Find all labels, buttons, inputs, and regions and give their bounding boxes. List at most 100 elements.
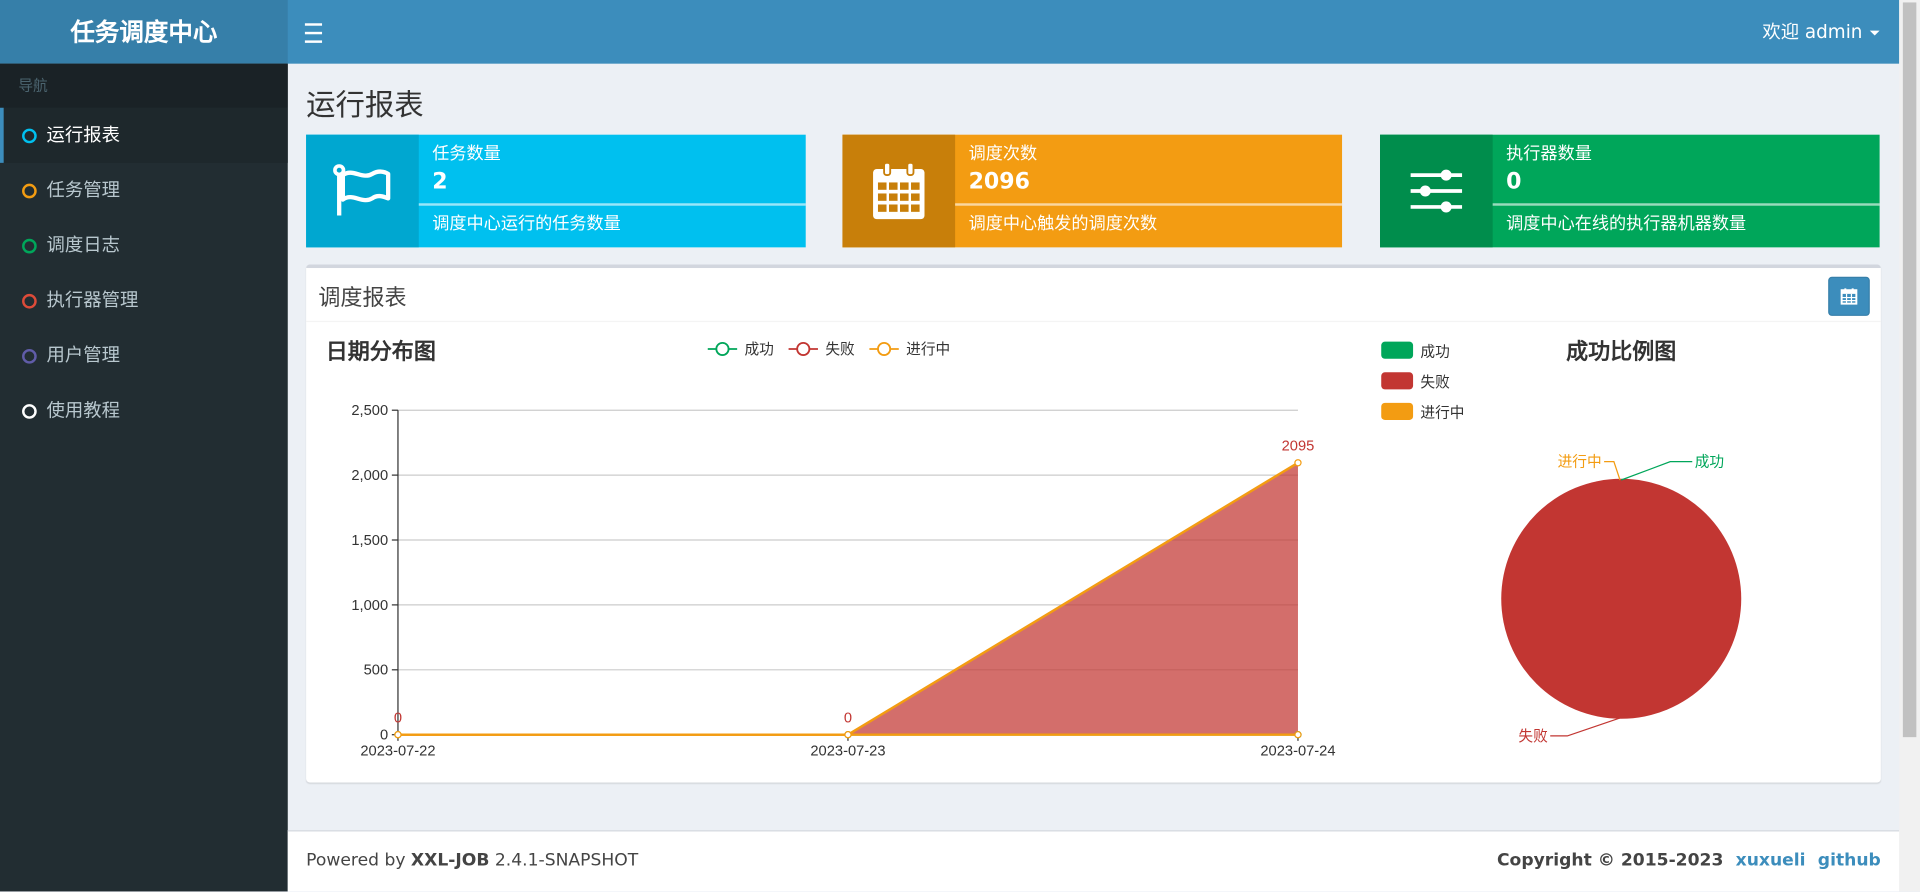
infobox-divider	[955, 203, 1343, 206]
legend-marker	[877, 341, 892, 357]
user-menu[interactable]: 欢迎 admin	[1762, 0, 1880, 64]
legend-marker	[796, 341, 811, 357]
pie-chart-title: 成功比例图	[1566, 339, 1676, 364]
app-root: 任务调度中心 欢迎 admin 导航 运行报表任务管理调度日志执行器管理用户管理…	[0, 0, 1920, 892]
footer-copyright: Copyright © 2015-2023 xuxueli github	[1497, 851, 1881, 871]
sliders-icon	[1380, 134, 1493, 248]
legend-label: 进行中	[906, 341, 950, 358]
footer-brand: XXL-JOB	[410, 851, 490, 871]
pie-leader-progress	[1604, 461, 1621, 481]
pie-legend-label: 进行中	[1420, 405, 1464, 422]
series-point	[394, 731, 402, 739]
infobox-2: 执行器数量 0 调度中心在线的执行器机器数量	[1380, 134, 1880, 248]
circle-icon	[22, 183, 37, 199]
report-title: 调度报表	[318, 285, 407, 312]
x-tick-label: 2023-07-23	[810, 744, 885, 760]
sidebar-item-3[interactable]: 执行器管理	[0, 273, 288, 328]
footer-powered-prefix: Powered by	[306, 851, 411, 871]
y-tick-label: 1,000	[351, 598, 388, 614]
footer-version: 2.4.1-SNAPSHOT	[489, 851, 639, 871]
data-label: 0	[844, 710, 852, 726]
series-point	[844, 731, 852, 739]
copyright-text: Copyright © 2015-2023	[1496, 851, 1724, 871]
infobox-desc: 调度中心在线的执行器机器数量	[1506, 214, 1747, 234]
y-tick-label: 2,000	[351, 468, 388, 484]
date-filter-button[interactable]	[1828, 276, 1870, 316]
infobox-value: 2	[432, 168, 448, 195]
infobox-divider	[1492, 203, 1880, 206]
legend-marker	[715, 341, 730, 357]
data-label: 0	[394, 710, 402, 726]
series-point	[1294, 731, 1302, 739]
pie-label-progress: 进行中	[1558, 454, 1602, 471]
sidebar-item-label: 执行器管理	[46, 288, 139, 312]
report-box: 调度报表 日期分布图 0 500 1,000 1,500 2,000 2,500 2023-0…	[306, 264, 1881, 783]
sidebar-item-1[interactable]: 任务管理	[0, 163, 288, 218]
infobox-label: 执行器数量	[1506, 144, 1592, 165]
x-tick-label: 2023-07-22	[360, 744, 435, 760]
page-title: 运行报表	[306, 88, 424, 123]
nav-list: 运行报表任务管理调度日志执行器管理用户管理使用教程	[0, 107, 288, 439]
footer: Powered by XXL-JOB 2.4.1-SNAPSHOT Copyri…	[287, 830, 1900, 892]
pie-leader-success	[1621, 461, 1693, 481]
circle-icon	[22, 293, 37, 309]
pie-leader-fail	[1550, 716, 1622, 737]
line-chart-title: 日期分布图	[326, 339, 436, 364]
author-link[interactable]: xuxueli	[1736, 851, 1806, 871]
github-link[interactable]: github	[1818, 851, 1881, 871]
sidebar-toggle-icon[interactable]	[304, 17, 323, 46]
infobox-label: 调度次数	[968, 144, 1038, 165]
series-area-fail	[397, 462, 1298, 735]
infobox-label: 任务数量	[432, 144, 501, 165]
infobox-0: 任务数量 2 调度中心运行的任务数量	[306, 134, 806, 248]
data-label: 2095	[1282, 439, 1315, 455]
infobox-desc: 调度中心运行的任务数量	[432, 214, 621, 234]
calendar-icon	[1840, 288, 1858, 305]
legend-label: 失败	[825, 341, 855, 358]
sidebar-item-label: 运行报表	[46, 123, 121, 146]
sidebar-item-4[interactable]: 用户管理	[0, 328, 288, 383]
calendar-icon	[842, 134, 956, 248]
pie-label-fail: 失败	[1518, 728, 1548, 745]
y-tick-label: 0	[380, 728, 388, 744]
series-point	[1294, 459, 1302, 467]
sidebar-item-2[interactable]: 调度日志	[0, 218, 288, 273]
charts-area: 日期分布图 0 500 1,000 1,500 2,000 2,500 2023-07-22 2…	[326, 339, 1742, 760]
sidebar-item-label: 使用教程	[46, 399, 121, 422]
sidebar-item-label: 调度日志	[46, 233, 121, 256]
page-scrollbar[interactable]	[1899, 0, 1920, 892]
y-tick-label: 2,500	[351, 403, 388, 419]
infobox-1: 调度次数 2096 调度中心触发的调度次数	[842, 134, 1343, 248]
sidebar-item-label: 任务管理	[46, 178, 121, 201]
infobox-desc: 调度中心触发的调度次数	[968, 214, 1158, 234]
sidebar-item-0[interactable]: 运行报表	[0, 107, 288, 163]
user-label: 欢迎 admin	[1762, 20, 1863, 43]
infobox-value: 0	[1506, 168, 1522, 195]
sidebar-item-label: 用户管理	[46, 344, 121, 367]
pie-slice	[1501, 478, 1742, 719]
main-content: 运行报表 任务数量 2 调度中心运行的任务数量 调度次数 2096 调度中心触发的调度次数…	[288, 64, 1899, 831]
y-tick-label: 500	[364, 663, 389, 679]
legend-label: 成功	[744, 341, 773, 358]
infobox-content: 任务数量 2 调度中心运行的任务数量	[418, 135, 806, 248]
report-box-header: 调度报表	[306, 268, 1881, 323]
pie-legend-swatch	[1381, 402, 1414, 421]
circle-icon	[22, 348, 37, 364]
pie-legend-label: 失败	[1420, 374, 1450, 391]
scrollbar-thumb[interactable]	[1902, 2, 1917, 738]
x-tick-label: 2023-07-24	[1260, 744, 1335, 760]
pie-legend-swatch	[1381, 341, 1414, 359]
circle-icon	[22, 404, 37, 419]
nav-header: 导航	[0, 63, 288, 108]
circle-icon	[22, 128, 37, 144]
y-tick-label: 1,500	[351, 533, 388, 549]
top-navbar: 任务调度中心 欢迎 admin	[0, 0, 1900, 64]
infobox-divider	[418, 203, 806, 206]
infobox-content: 执行器数量 0 调度中心在线的执行器机器数量	[1492, 135, 1880, 248]
sidebar-item-5[interactable]: 使用教程	[0, 383, 288, 438]
circle-icon	[22, 238, 37, 254]
pie-legend-swatch	[1381, 372, 1414, 390]
pie-label-success: 成功	[1695, 454, 1724, 471]
app-logo[interactable]: 任务调度中心	[0, 0, 288, 64]
footer-powered: Powered by XXL-JOB 2.4.1-SNAPSHOT	[306, 851, 638, 871]
